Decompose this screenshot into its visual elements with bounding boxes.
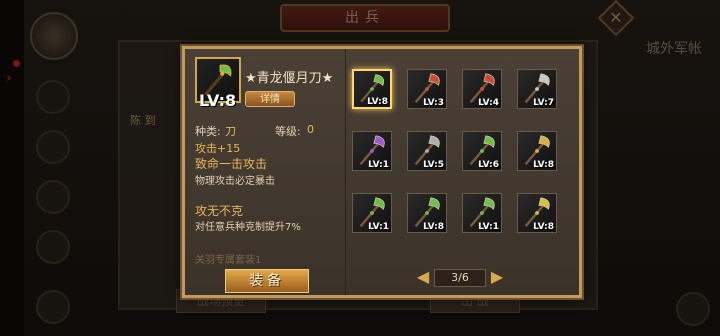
slot-level: LV:5 bbox=[423, 160, 444, 170]
skill-title: 攻无不克 bbox=[195, 204, 244, 218]
detail-button[interactable]: 详情 bbox=[245, 91, 295, 107]
item-level: LV:8 bbox=[199, 91, 237, 110]
slot-level: LV:6 bbox=[478, 160, 499, 170]
inventory-slot[interactable]: LV:6 bbox=[462, 131, 502, 171]
inventory-slot[interactable]: LV:1 bbox=[352, 131, 392, 171]
attack-bonus: 攻击+15 bbox=[195, 142, 241, 155]
prev-page-icon[interactable]: ◀ bbox=[416, 268, 430, 288]
equip-button[interactable]: 装备 bbox=[225, 269, 309, 293]
grade-value: 0 bbox=[307, 123, 314, 136]
equipment-dialog: LV:8 ★青龙偃月刀★ 详情 种类: 刀 等级: 0 攻击+15 致命一击攻击… bbox=[182, 46, 582, 298]
inventory-slot[interactable]: LV:7 bbox=[517, 69, 557, 109]
inventory-slot[interactable]: LV:5 bbox=[407, 131, 447, 171]
slot-level: LV:8 bbox=[533, 222, 554, 232]
skill-description: 对任意兵种克制提升7% bbox=[195, 222, 301, 233]
inventory-slot[interactable]: LV:3 bbox=[407, 69, 447, 109]
slot-level: LV:1 bbox=[368, 160, 389, 170]
pager: ◀ 3/6 ▶ bbox=[416, 268, 506, 288]
inventory-slot[interactable]: LV:4 bbox=[462, 69, 502, 109]
item-detail-pane: LV:8 ★青龙偃月刀★ 详情 种类: 刀 等级: 0 攻击+15 致命一击攻击… bbox=[185, 49, 343, 295]
page-indicator: 3/6 bbox=[434, 269, 486, 287]
skill-title: 致命一击攻击 bbox=[195, 157, 268, 171]
type-value: 刀 bbox=[225, 125, 236, 138]
slot-level: LV:8 bbox=[367, 97, 388, 107]
item-name: ★青龙偃月刀★ bbox=[245, 71, 334, 86]
slot-level: LV:8 bbox=[533, 160, 554, 170]
inventory-slot[interactable]: LV:8 bbox=[407, 193, 447, 233]
grade-label: 等级: bbox=[275, 125, 301, 138]
type-label: 种类: bbox=[195, 125, 221, 138]
inventory-slot[interactable]: LV:8 bbox=[352, 69, 392, 109]
inventory-slot[interactable]: LV:1 bbox=[352, 193, 392, 233]
slot-level: LV:1 bbox=[478, 222, 499, 232]
slot-level: LV:8 bbox=[423, 222, 444, 232]
inventory-pane: LV:8 LV:3 LV:4 LV:7 LV:1 LV:5 LV:6 LV:8 LV:1 LV:8… bbox=[345, 49, 579, 295]
inventory-slot[interactable]: LV:1 bbox=[462, 193, 502, 233]
slot-level: LV:3 bbox=[423, 98, 444, 108]
inventory-slot[interactable]: LV:8 bbox=[517, 193, 557, 233]
set-bonus: 关羽专属套装1 bbox=[195, 255, 262, 266]
slot-level: LV:7 bbox=[533, 98, 554, 108]
next-page-icon[interactable]: ▶ bbox=[490, 268, 504, 288]
skill-description: 物理攻击必定暴击 bbox=[195, 176, 275, 187]
inventory-slot[interactable]: LV:8 bbox=[517, 131, 557, 171]
slot-level: LV:4 bbox=[478, 98, 499, 108]
slot-level: LV:1 bbox=[368, 222, 389, 232]
